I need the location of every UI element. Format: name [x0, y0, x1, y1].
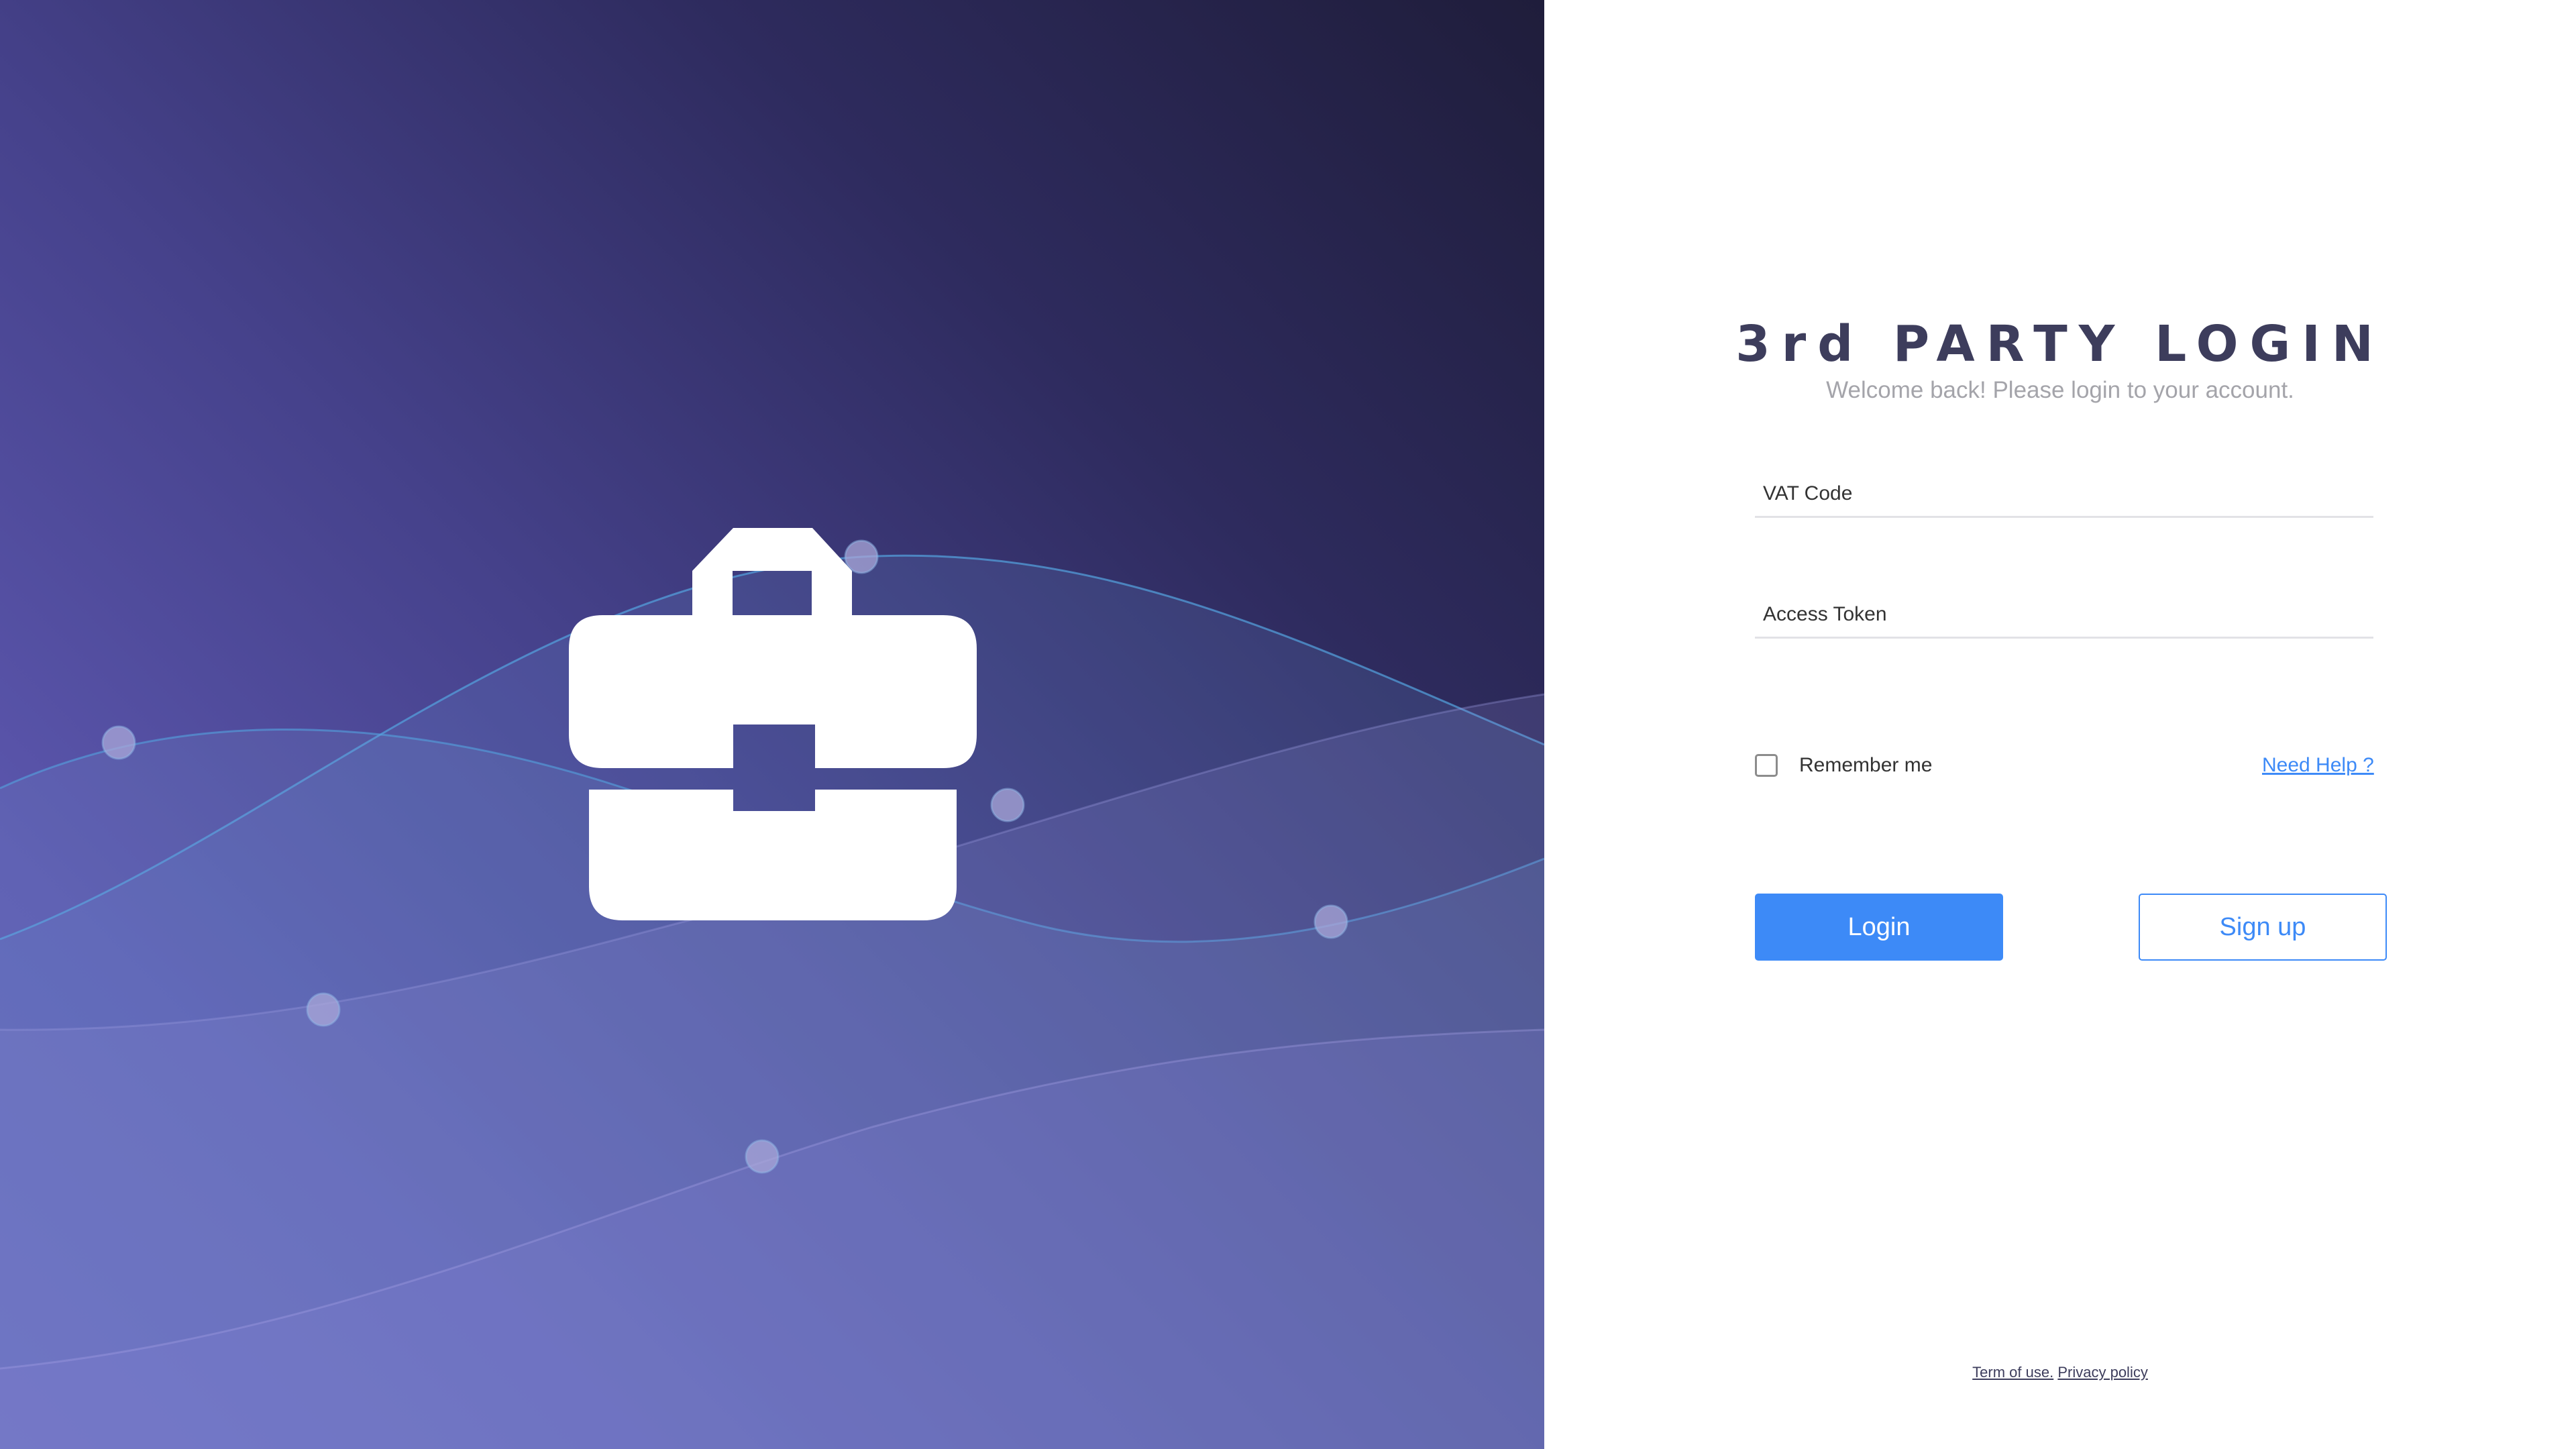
vat-code-input[interactable] — [1755, 471, 2373, 516]
page-subtitle: Welcome back! Please login to your accou… — [1826, 377, 2294, 403]
login-page: 3rd PARTY LOGIN Welcome back! Please log… — [0, 0, 2576, 1449]
hero-panel — [0, 0, 1544, 1449]
terms-link[interactable]: Term of use. — [1972, 1364, 2053, 1381]
signup-button[interactable]: Sign up — [2139, 894, 2387, 961]
page-title: 3rd PARTY LOGIN — [1735, 315, 2385, 373]
remember-me-checkbox[interactable] — [1755, 754, 1778, 777]
privacy-link[interactable]: Privacy policy — [2057, 1364, 2147, 1381]
vat-code-field — [1755, 471, 2373, 518]
footer-links: Term of use. Privacy policy — [1544, 1364, 2576, 1381]
access-token-input[interactable] — [1755, 592, 2373, 637]
briefcase-icon — [569, 528, 977, 920]
need-help-link[interactable]: Need Help ? — [2262, 754, 2374, 777]
access-token-field — [1755, 592, 2373, 639]
login-panel: 3rd PARTY LOGIN Welcome back! Please log… — [1544, 0, 2576, 1449]
login-button[interactable]: Login — [1755, 894, 2003, 961]
remember-me[interactable]: Remember me — [1755, 754, 1932, 777]
remember-me-label: Remember me — [1799, 754, 1933, 776]
